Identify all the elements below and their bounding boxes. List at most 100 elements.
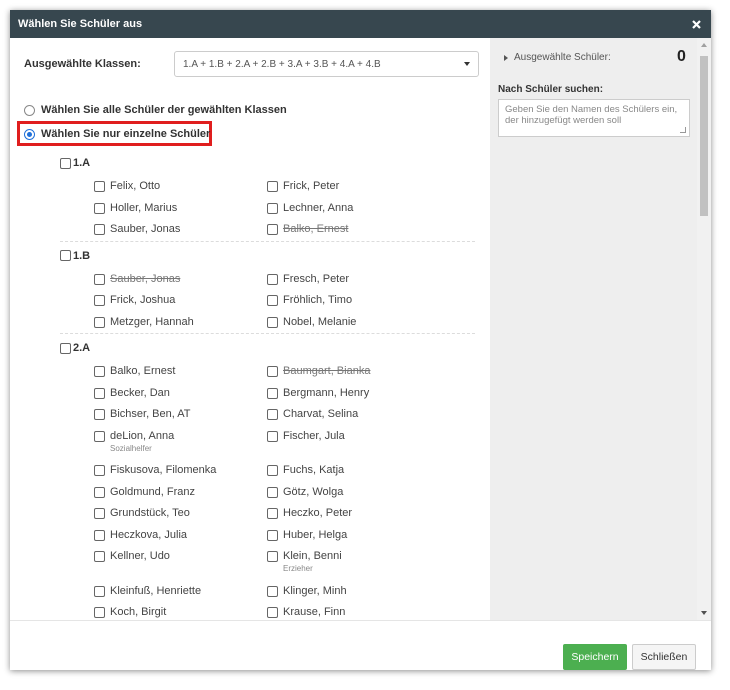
- student-text: Koch, Birgit: [110, 606, 166, 619]
- classes-select[interactable]: 1.A + 1.B + 2.A + 2.B + 3.A + 3.B + 4.A …: [174, 51, 479, 77]
- student-item[interactable]: Frick, Joshua: [94, 294, 175, 307]
- scroll-down-icon[interactable]: [701, 611, 707, 615]
- student-item[interactable]: Klinger, Minh: [267, 585, 347, 598]
- radio-all-indicator[interactable]: [24, 104, 35, 116]
- student-checkbox[interactable]: [94, 607, 105, 618]
- student-item[interactable]: Heczkova, Julia: [94, 529, 187, 542]
- student-checkbox[interactable]: [267, 409, 278, 420]
- student-item[interactable]: Bergmann, Henry: [267, 387, 369, 400]
- student-checkbox[interactable]: [94, 508, 105, 519]
- student-item[interactable]: Sauber, Jonas: [94, 273, 180, 286]
- group-checkbox[interactable]: [60, 342, 71, 354]
- student-checkbox[interactable]: [267, 486, 278, 498]
- student-text: Lechner, Anna: [283, 202, 353, 215]
- student-checkbox[interactable]: [267, 529, 278, 541]
- student-checkbox[interactable]: [94, 202, 105, 214]
- student-checkbox[interactable]: [94, 316, 105, 328]
- student-text: Kleinfuß, Henriette: [110, 585, 201, 598]
- student-item[interactable]: Fresch, Peter: [267, 273, 349, 286]
- student-name: Heczko, Peter: [283, 507, 353, 519]
- student-item[interactable]: Balko, Ernest: [94, 365, 175, 378]
- student-item[interactable]: Baumgart, Bianka: [267, 365, 370, 378]
- student-checkbox[interactable]: [267, 273, 278, 285]
- student-item[interactable]: Lechner, Anna: [267, 202, 353, 215]
- student-checkbox[interactable]: [94, 486, 105, 498]
- student-name: Nobel, Melanie: [283, 315, 357, 328]
- student-item[interactable]: Holler, Marius: [94, 202, 177, 215]
- student-checkbox[interactable]: [94, 181, 105, 192]
- student-item[interactable]: Nobel, Melanie: [267, 316, 356, 329]
- student-item[interactable]: Balko, Ernest: [267, 223, 348, 236]
- student-checkbox[interactable]: [267, 585, 278, 597]
- student-checkbox[interactable]: [94, 409, 105, 420]
- student-item[interactable]: Krause, Finn: [267, 606, 345, 619]
- student-item[interactable]: Goldmund, Franz: [94, 486, 195, 499]
- student-item[interactable]: Grundstück, Teo: [94, 507, 190, 520]
- student-name: Fischer, Jula: [283, 429, 345, 442]
- student-checkbox[interactable]: [94, 224, 105, 235]
- student-item[interactable]: deLion, Anna Sozialhelfer: [94, 430, 174, 453]
- student-item[interactable]: Charvat, Selina: [267, 408, 358, 421]
- student-item[interactable]: Felix, Otto: [94, 180, 160, 193]
- student-item[interactable]: Bichser, Ben, AT: [94, 408, 191, 421]
- student-checkbox[interactable]: [94, 366, 105, 377]
- group-checkbox[interactable]: [60, 157, 71, 169]
- student-name: Fresch, Peter: [283, 272, 350, 285]
- student-checkbox[interactable]: [94, 465, 105, 476]
- student-item[interactable]: Koch, Birgit: [94, 606, 166, 619]
- scrollbar-thumb[interactable]: [700, 56, 708, 216]
- student-checkbox[interactable]: [94, 295, 105, 306]
- student-checkbox[interactable]: [267, 316, 278, 328]
- student-checkbox[interactable]: [267, 202, 278, 214]
- student-checkbox[interactable]: [267, 366, 278, 377]
- student-checkbox[interactable]: [267, 224, 278, 235]
- student-checkbox[interactable]: [267, 465, 278, 476]
- student-item[interactable]: Metzger, Hannah: [94, 316, 194, 329]
- radio-all-students[interactable]: Wählen Sie alle Schüler der gewählten Kl…: [24, 104, 287, 116]
- student-checkbox[interactable]: [94, 387, 105, 399]
- student-checkbox[interactable]: [267, 387, 278, 399]
- student-item[interactable]: Fuchs, Katja: [267, 464, 344, 477]
- student-checkbox[interactable]: [94, 585, 105, 597]
- selected-students-toggle[interactable]: Ausgewählte Schüler:: [504, 52, 611, 63]
- student-item[interactable]: Götz, Wolga: [267, 486, 343, 499]
- student-checkbox[interactable]: [267, 430, 278, 442]
- student-item[interactable]: Fiskusova, Filomenka: [94, 464, 216, 477]
- close-button[interactable]: Schließen: [632, 644, 696, 670]
- student-checkbox[interactable]: [267, 508, 278, 519]
- student-checkbox[interactable]: [267, 295, 278, 306]
- student-item[interactable]: Heczko, Peter: [267, 507, 352, 520]
- student-item[interactable]: Sauber, Jonas: [94, 223, 180, 236]
- student-checkbox[interactable]: [267, 551, 278, 562]
- student-item[interactable]: Kleinfuß, Henriette: [94, 585, 201, 598]
- student-text: Baumgart, Bianka: [283, 365, 370, 378]
- close-icon[interactable]: [689, 17, 703, 31]
- save-button[interactable]: Speichern: [563, 644, 627, 670]
- student-checkbox[interactable]: [267, 607, 278, 618]
- group-header-1a[interactable]: 1.A: [60, 157, 90, 169]
- student-checkbox[interactable]: [94, 273, 105, 285]
- radio-single-indicator[interactable]: [24, 128, 35, 140]
- student-checkbox[interactable]: [94, 551, 105, 562]
- group-checkbox[interactable]: [60, 250, 71, 261]
- student-item[interactable]: Klein, Benni Erzieher: [267, 550, 342, 573]
- student-item[interactable]: Becker, Dan: [94, 387, 170, 400]
- radio-single-students[interactable]: Wählen Sie nur einzelne Schüler: [24, 128, 210, 140]
- list-scrollbar[interactable]: [697, 38, 711, 620]
- student-text: Metzger, Hannah: [110, 316, 194, 329]
- student-name: Baumgart, Bianka: [283, 365, 371, 377]
- student-checkbox[interactable]: [94, 430, 105, 442]
- student-checkbox[interactable]: [267, 181, 278, 192]
- student-item[interactable]: Huber, Helga: [267, 529, 347, 542]
- student-search-input[interactable]: Geben Sie den Namen des Schülers ein, de…: [498, 99, 690, 137]
- group-header-2a[interactable]: 2.A: [60, 342, 90, 354]
- student-item[interactable]: Fröhlich, Timo: [267, 294, 352, 307]
- resize-grip-icon[interactable]: [680, 127, 686, 133]
- student-item[interactable]: Kellner, Udo: [94, 550, 170, 563]
- scroll-up-icon[interactable]: [701, 43, 707, 47]
- student-item[interactable]: Fischer, Jula: [267, 430, 345, 443]
- student-item[interactable]: Frick, Peter: [267, 180, 339, 193]
- student-checkbox[interactable]: [94, 529, 105, 541]
- student-text: Balko, Ernest: [110, 365, 175, 378]
- group-header-1b[interactable]: 1.B: [60, 250, 90, 262]
